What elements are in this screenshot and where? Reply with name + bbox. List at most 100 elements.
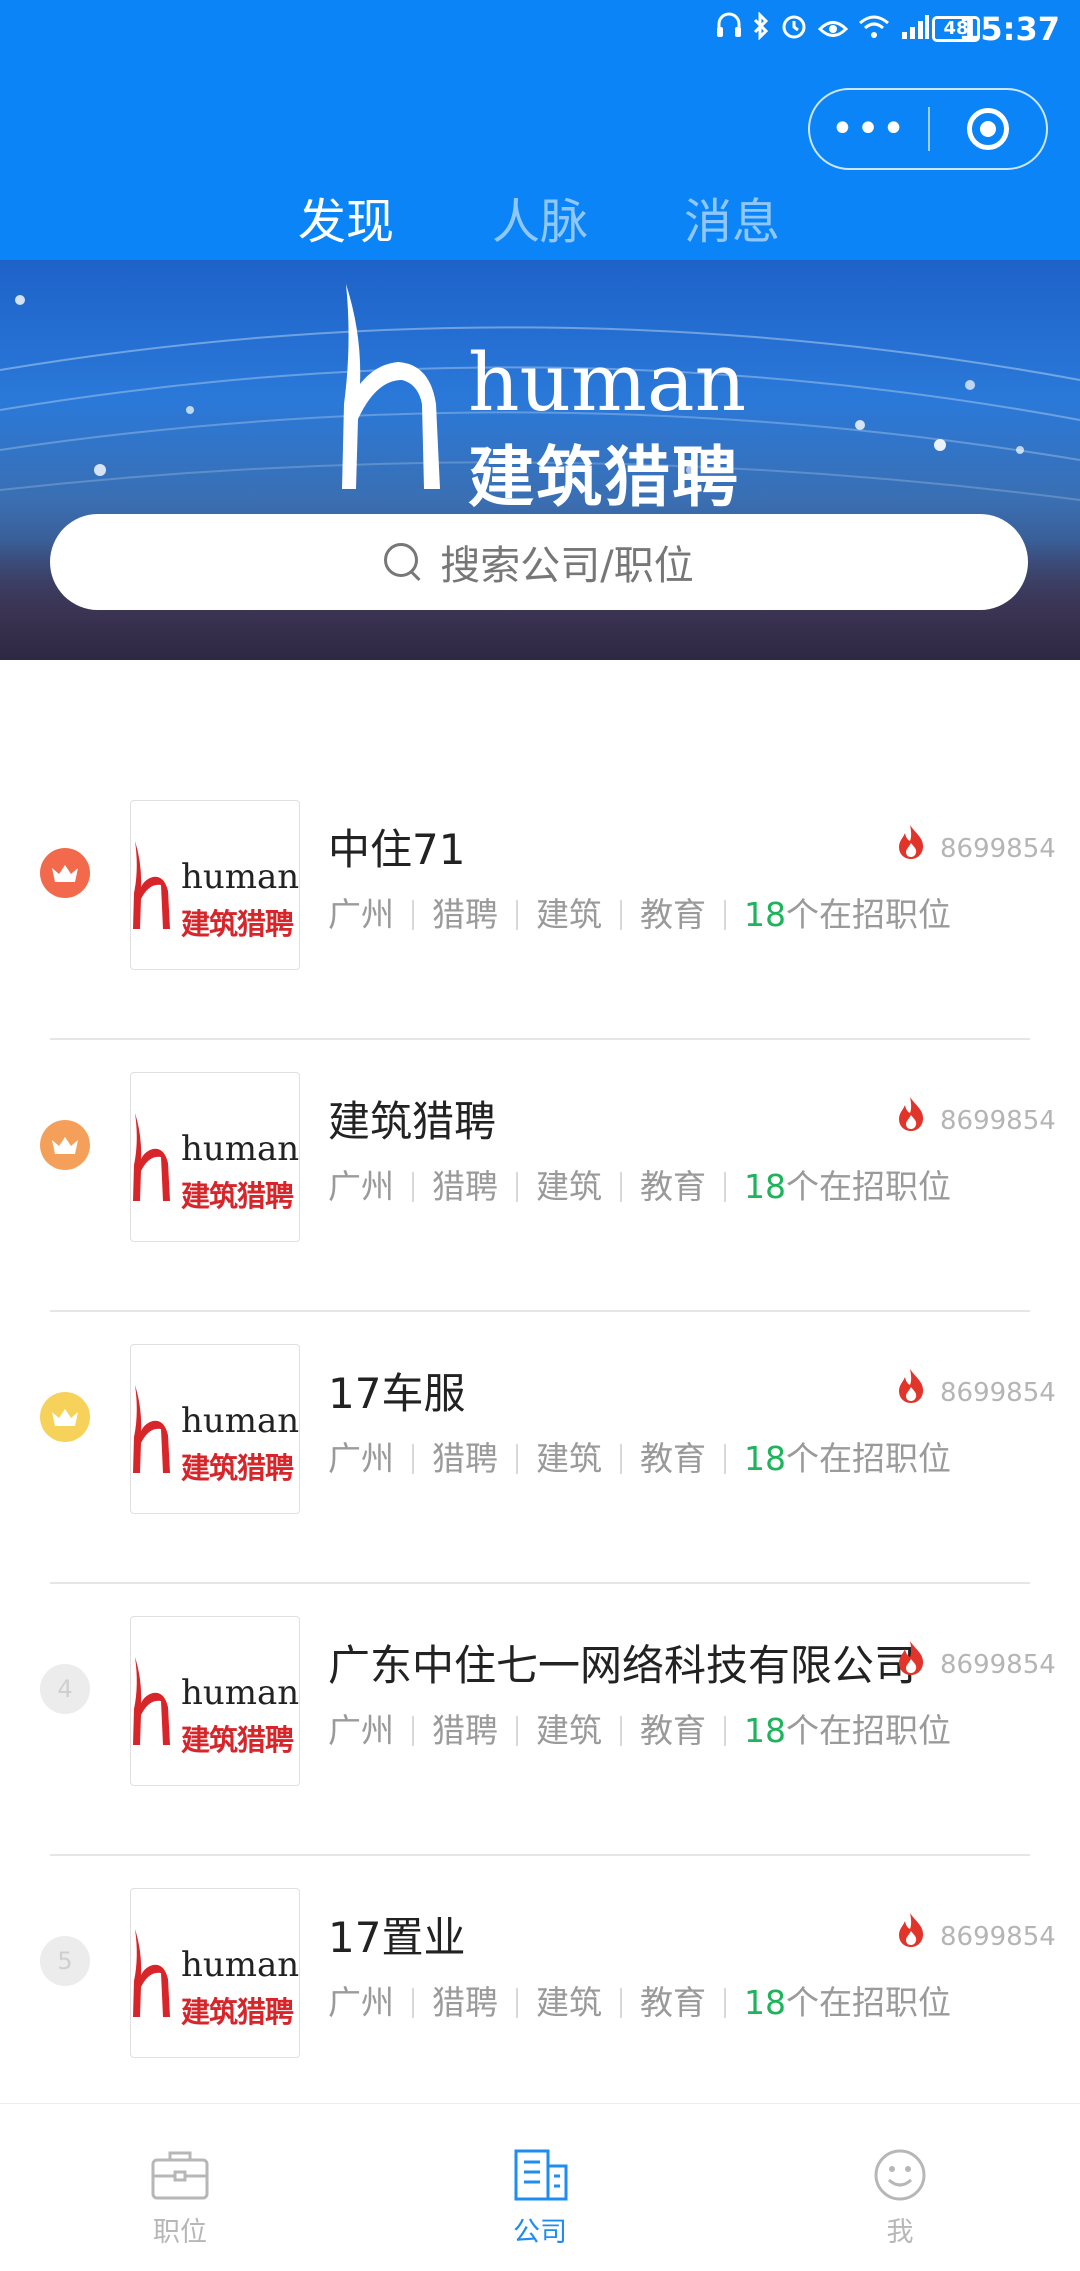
human-logo-icon (342, 284, 440, 489)
wifi-icon (858, 13, 890, 48)
heat-count: 8699854 (940, 1378, 1056, 1408)
tag-label: 教育 (620, 898, 724, 931)
tab-discover[interactable]: 发现 (298, 182, 395, 268)
search-bar[interactable]: 搜索公司/职位 (50, 514, 1028, 610)
logo-word: human (181, 1129, 300, 1169)
logo-h-icon (133, 1929, 170, 2017)
open-jobs-suffix: 个在招职位 (786, 895, 951, 934)
nav-label-jobs: 职位 (153, 2217, 207, 2248)
company-row[interactable]: human 建筑猎聘 中住71 8699854 广州 猎聘 建筑 教育 18个在招职位 (0, 788, 1080, 1060)
tag-label: 猎聘 (412, 1986, 516, 2019)
company-tags: 广州 猎聘 建筑 教育 18个在招职位 (328, 1439, 969, 1478)
nav-item-company[interactable]: 公司 (360, 2104, 720, 2271)
company-logo: human 建筑猎聘 (130, 1072, 300, 1242)
nav-item-me[interactable]: 我 (720, 2104, 1080, 2271)
company-tags: 广州 猎聘 建筑 教育 18个在招职位 (328, 1167, 969, 1206)
heat-count: 8699854 (940, 1922, 1056, 1952)
logo-cn: 建筑猎聘 (181, 1723, 294, 1757)
logo-cn: 建筑猎聘 (181, 907, 294, 941)
tag-label: 建筑 (516, 898, 620, 931)
tag-label: 猎聘 (412, 898, 516, 931)
status-bar: 48 15:37 (0, 0, 1080, 60)
rank-badge: 5 (40, 1936, 90, 1986)
tag-label: 建筑 (516, 1714, 620, 1747)
tag-label: 建筑 (516, 1170, 620, 1203)
tag-label: 猎聘 (412, 1714, 516, 1747)
tag-label: 教育 (620, 1442, 724, 1475)
open-jobs-suffix: 个在招职位 (786, 1439, 951, 1478)
search-placeholder: 搜索公司/职位 (440, 543, 694, 589)
tag-label: 广州 (328, 895, 394, 934)
banner-logo-word: human (468, 336, 747, 429)
logo-word: human (181, 857, 300, 897)
crown-rank-icon (40, 848, 90, 898)
status-icons (716, 11, 930, 48)
logo-h-icon (133, 1657, 170, 1745)
fire-icon (896, 1096, 926, 1136)
heat-count: 8699854 (940, 834, 1056, 864)
logo-cn: 建筑猎聘 (181, 1995, 294, 2029)
target-icon (966, 108, 1009, 150)
row-divider (50, 1038, 1030, 1040)
open-jobs-suffix: 个在招职位 (786, 1167, 951, 1206)
logo-cn: 建筑猎聘 (181, 1179, 294, 1213)
open-jobs-suffix: 个在招职位 (786, 1983, 951, 2022)
open-jobs-count: 18 (744, 1167, 786, 1206)
tag-label: 教育 (620, 1986, 724, 2019)
company-row[interactable]: human 建筑猎聘 建筑猎聘 8699854 广州 猎聘 建筑 教育 18个在招职位 (0, 1060, 1080, 1332)
open-jobs-count: 18 (744, 895, 786, 934)
tag-label: 建筑 (516, 1986, 620, 2019)
headset-icon (716, 12, 742, 48)
more-button[interactable]: ••• (810, 109, 928, 149)
company-row[interactable]: human 建筑猎聘 17车服 8699854 广州 猎聘 建筑 教育 18个在招职位 (0, 1332, 1080, 1604)
company-row[interactable]: 4 human 建筑猎聘 广东中住七一网络科技有限公司 8699854 广州 猎聘 建筑 教育 1… (0, 1604, 1080, 1876)
row-divider (50, 1310, 1030, 1312)
tag-label: 教育 (620, 1170, 724, 1203)
logo-word: human (181, 1673, 300, 1713)
open-jobs: 18个在招职位 (724, 1986, 969, 2019)
logo-cn: 建筑猎聘 (181, 1451, 294, 1485)
search-icon (384, 543, 422, 581)
smiley-icon (874, 2149, 926, 2201)
app-screen: 48 15:37 ••• 发现 人脉 消息 human 建筑猎聘 搜索公司/职位… (0, 0, 1080, 2271)
open-jobs-suffix: 个在招职位 (786, 1711, 951, 1750)
row-divider (50, 1582, 1030, 1584)
company-logo: human 建筑猎聘 (130, 800, 300, 970)
company-name: 中住71 (328, 825, 466, 874)
logo-h-icon (133, 1113, 170, 1201)
tag-label: 建筑 (516, 1442, 620, 1475)
bottom-nav: 职位 公司 我 (0, 2103, 1080, 2271)
top-tabs: 发现 人脉 消息 (0, 182, 1080, 268)
heat-count: 8699854 (940, 1106, 1056, 1136)
tag-label: 广州 (328, 1983, 394, 2022)
open-jobs-count: 18 (744, 1983, 786, 2022)
signal-icon (900, 13, 930, 48)
fire-icon (896, 1640, 926, 1680)
company-name: 广东中住七一网络科技有限公司 (328, 1641, 917, 1690)
tag-label: 广州 (328, 1439, 394, 1478)
row-divider (50, 1854, 1030, 1856)
tab-network[interactable]: 人脉 (492, 182, 588, 252)
company-name: 建筑猎聘 (328, 1097, 497, 1146)
open-jobs-count: 18 (744, 1711, 786, 1750)
logo-h-icon (133, 841, 170, 929)
logo-h-icon (133, 1385, 170, 1473)
open-jobs: 18个在招职位 (724, 898, 969, 931)
status-time: 15:37 (958, 10, 1060, 48)
tag-label: 猎聘 (412, 1442, 516, 1475)
company-logo: human 建筑猎聘 (130, 1344, 300, 1514)
tag-label: 广州 (328, 1711, 394, 1750)
company-tags: 广州 猎聘 建筑 教育 18个在招职位 (328, 1711, 969, 1750)
tag-label: 教育 (620, 1714, 724, 1747)
miniprogram-capsule: ••• (808, 88, 1048, 170)
close-button[interactable] (930, 108, 1046, 150)
nav-item-jobs[interactable]: 职位 (0, 2104, 360, 2271)
open-jobs-count: 18 (744, 1439, 786, 1478)
company-name: 17车服 (328, 1369, 466, 1418)
crown-rank-icon (40, 1392, 90, 1442)
bluetooth-icon (752, 11, 770, 48)
tag-label: 广州 (328, 1167, 394, 1206)
eye-icon (817, 13, 849, 48)
company-tags: 广州 猎聘 建筑 教育 18个在招职位 (328, 1983, 969, 2022)
tab-messages[interactable]: 消息 (684, 182, 780, 252)
